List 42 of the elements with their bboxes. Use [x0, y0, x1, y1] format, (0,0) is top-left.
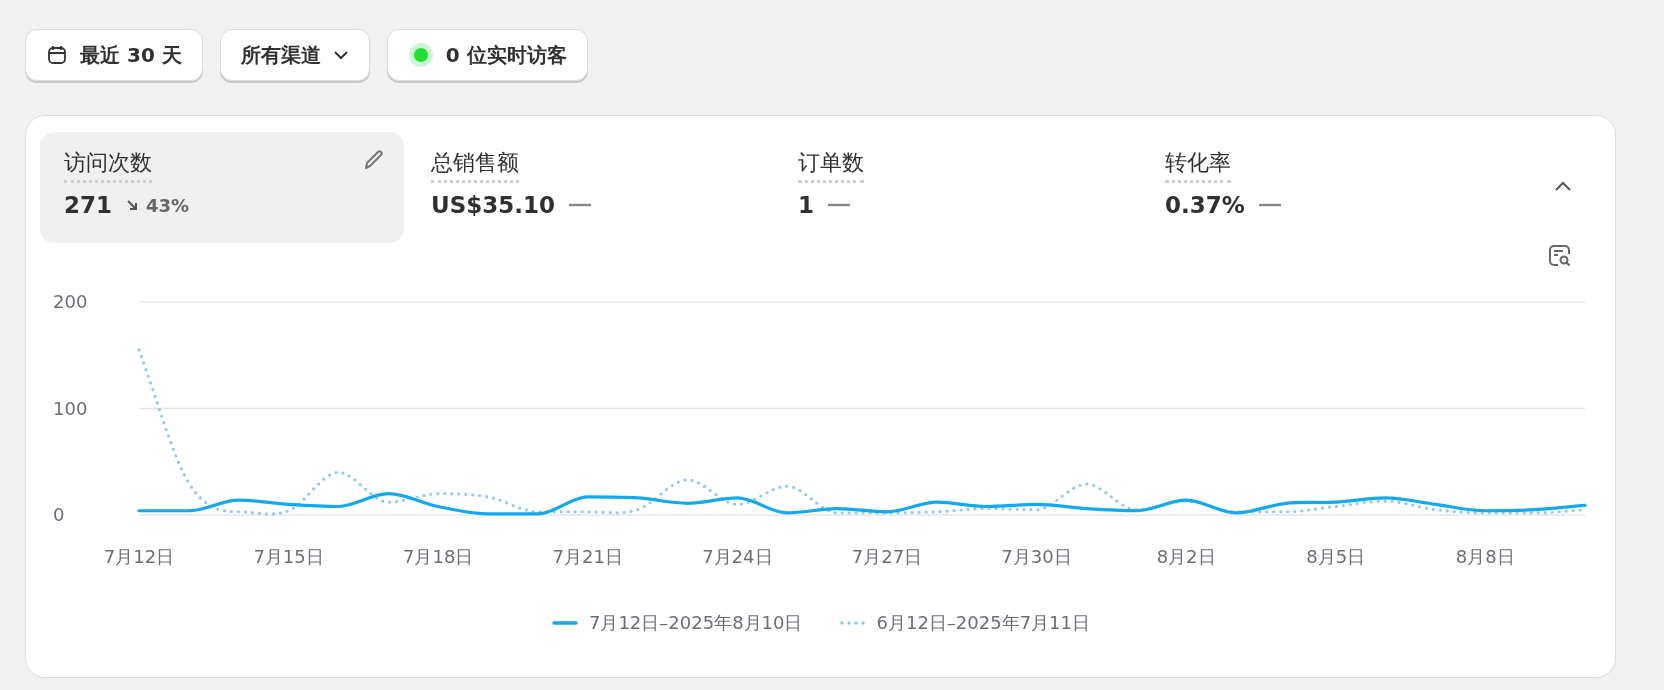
y-axis-label: 0 — [53, 504, 65, 525]
x-axis-label: 7月15日 — [253, 546, 324, 567]
metric-tile[interactable]: 订单数 1 — [774, 132, 1138, 243]
arrow-down-right-icon — [126, 199, 138, 211]
metric-label: 转化率 — [1165, 148, 1231, 183]
y-axis-label: 100 — [53, 397, 88, 419]
x-axis-label: 7月30日 — [1001, 546, 1072, 567]
x-axis-label: 8月8日 — [1455, 546, 1515, 567]
legend-label: 6月12日–2025年7月11日 — [876, 611, 1091, 635]
chevron-down-icon — [332, 50, 349, 60]
live-visitors-button[interactable]: 0 位实时访客 — [386, 29, 588, 81]
channel-dropdown[interactable]: 所有渠道 — [219, 29, 370, 81]
legend-label: 7月12日–2025年8月10日 — [588, 611, 803, 635]
metric-label: 访问次数 — [64, 148, 152, 183]
x-axis-label: 7月24日 — [702, 546, 773, 567]
metric-value: 1 — [798, 192, 814, 218]
metric-value: 271 — [64, 192, 112, 218]
y-axis-label: 200 — [53, 291, 88, 312]
metric-value: US$35.10 — [431, 192, 555, 218]
x-axis-label: 7月18日 — [403, 546, 474, 567]
date-range-button[interactable]: 最近 30 天 — [25, 29, 203, 81]
calendar-icon — [46, 44, 68, 66]
dash-icon — [1258, 203, 1281, 207]
x-axis-label: 8月5日 — [1306, 546, 1366, 567]
dash-icon — [828, 203, 850, 207]
pencil-icon[interactable] — [362, 148, 386, 172]
metric-label: 订单数 — [798, 148, 864, 183]
metric-tile[interactable]: 总销售额 US$35.10 — [407, 132, 771, 243]
legend-swatch — [550, 620, 579, 626]
x-axis-label: 7月21日 — [552, 546, 623, 567]
metric-tile[interactable]: 访问次数 271 43% — [40, 132, 404, 243]
search-report-icon[interactable] — [1547, 243, 1573, 269]
dash-icon — [569, 203, 591, 207]
metric-tile[interactable]: 转化率 0.37% — [1141, 132, 1505, 243]
change-percent: 43% — [146, 194, 190, 216]
x-axis-label: 7月27日 — [851, 546, 923, 567]
dotted-legend-swatch — [838, 620, 867, 626]
x-axis-label: 7月12日 — [103, 546, 175, 567]
chevron-up-icon[interactable] — [1553, 180, 1573, 192]
metric-value: 0.37% — [1165, 192, 1245, 218]
metric-label: 总销售额 — [431, 148, 519, 183]
x-axis-label: 8月2日 — [1156, 546, 1216, 567]
